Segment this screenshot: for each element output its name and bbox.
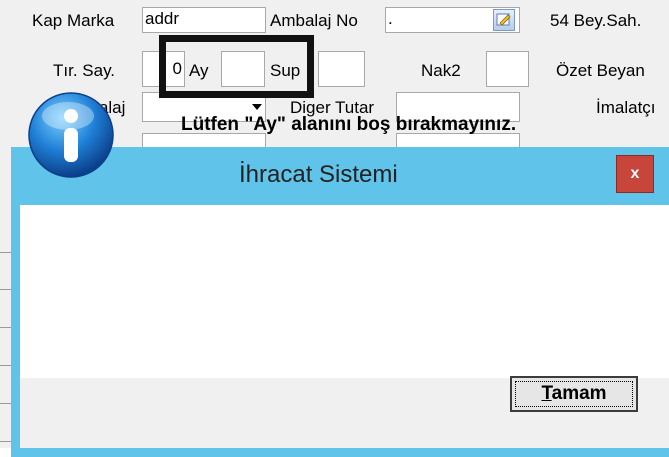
close-button[interactable]: x — [616, 155, 654, 193]
highlight-box — [159, 35, 314, 98]
nak2-label: Nak2 — [421, 61, 461, 80]
dialog-message: Lütfen "Ay" alanını boş bırakmayınız. — [181, 114, 517, 135]
ok-button[interactable]: Tamam — [510, 376, 638, 412]
ambalaj-no-value: . — [388, 9, 393, 28]
grid-line — [0, 327, 11, 328]
ok-button-label: amam — [551, 383, 607, 404]
grid-line — [0, 252, 11, 253]
ozet-beyan-label: Özet Beyan — [556, 61, 645, 80]
dialog-title: İhracat Sistemi — [239, 161, 398, 188]
info-icon — [26, 90, 116, 180]
ok-button-accelerator: T — [541, 383, 552, 404]
kap-marka-label: Kap Marka — [32, 11, 115, 30]
nak2-field[interactable] — [486, 51, 529, 87]
imalatci-label: İmalatçı — [596, 98, 656, 117]
close-icon: x — [630, 165, 640, 182]
kap-marka-field[interactable]: addr — [142, 7, 266, 33]
edit-picker-icon[interactable] — [493, 9, 515, 31]
tir-say-label: Tır. Say. — [53, 61, 116, 80]
chevron-down-icon[interactable] — [252, 104, 262, 110]
grid-line — [0, 289, 11, 290]
ambalaj-no-label: Ambalaj No — [270, 11, 358, 30]
bey-sah-label: 54 Bey.Sah. — [550, 11, 642, 30]
grid-line — [0, 403, 11, 404]
grid-line — [0, 441, 11, 442]
sup-field[interactable] — [318, 51, 365, 87]
grid-line — [0, 365, 11, 366]
dialog-body — [20, 205, 669, 378]
